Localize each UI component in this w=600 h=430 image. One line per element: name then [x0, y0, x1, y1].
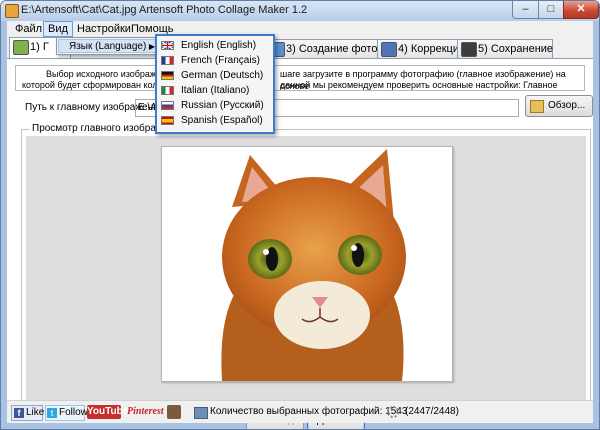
- instagram-icon[interactable]: [167, 405, 181, 419]
- folder-icon: [530, 100, 544, 113]
- browse-label: Обзор...: [548, 100, 586, 111]
- cat-photo: [221, 149, 406, 381]
- pinterest-link[interactable]: Pinterest: [127, 405, 164, 419]
- loading-spinner-icon: [387, 406, 399, 418]
- photo-count: Количество выбранных фотографий: 1543: [210, 406, 408, 417]
- menu-view[interactable]: Вид: [43, 21, 73, 37]
- maximize-button[interactable]: □: [538, 1, 564, 19]
- tab-label: 5) Сохранение: [478, 43, 554, 55]
- italy-flag-icon: [161, 86, 174, 95]
- tab-create-collage[interactable]: 3) Создание фотоколлажа: [265, 39, 421, 58]
- client-area: Файл Вид Настройки Помощь 1) Г 3) Создан…: [7, 21, 593, 429]
- save-icon: [461, 42, 477, 57]
- view-menu-dropdown: Язык (Language) ▶: [56, 37, 162, 55]
- tab-panel: Выбор исходного изображения для шаге заг…: [7, 58, 593, 429]
- spain-flag-icon: [161, 116, 174, 125]
- step-description: Выбор исходного изображения для шаге заг…: [15, 65, 585, 91]
- preview-area: [26, 136, 586, 402]
- menu-settings[interactable]: Настройки: [73, 22, 135, 36]
- browse-button[interactable]: Обзор...: [525, 95, 593, 117]
- status-bar: f Like t Follow YouTube Pinterest Количест…: [7, 400, 593, 423]
- minimize-button[interactable]: –: [512, 1, 539, 19]
- image-icon: [13, 40, 29, 55]
- russia-flag-icon: [161, 101, 174, 110]
- description-line2-right: данной мы рекомендуем проверить основные…: [280, 80, 558, 90]
- follow-label: Follow: [59, 407, 88, 418]
- language-submenu: English (English) French (Français) Germ…: [155, 34, 275, 134]
- tab-save[interactable]: 5) Сохранение: [457, 39, 553, 58]
- menu-item-german[interactable]: German (Deutsch): [159, 68, 271, 83]
- app-icon: [5, 4, 19, 18]
- germany-flag-icon: [161, 71, 174, 80]
- like-label: Like: [26, 407, 45, 418]
- photos-icon: [194, 407, 208, 419]
- language-label: Spanish (Español): [181, 115, 263, 126]
- title-bar[interactable]: E:\Artensoft\Cat\Cat.jpg Artensoft Photo…: [1, 1, 599, 21]
- language-label: French (Français): [181, 55, 260, 66]
- facebook-like-button[interactable]: f Like: [11, 405, 45, 421]
- language-label: English (English): [181, 40, 257, 51]
- youtube-link[interactable]: YouTube: [87, 405, 128, 419]
- language-label: Italian (Italiano): [181, 85, 250, 96]
- menu-item-language[interactable]: Язык (Language) ▶: [58, 39, 160, 53]
- france-flag-icon: [161, 56, 174, 65]
- menu-file[interactable]: Файл: [11, 22, 46, 36]
- tools-icon: [381, 42, 397, 57]
- language-label: German (Deutsch): [181, 70, 264, 81]
- menu-item-french[interactable]: French (Français): [159, 53, 271, 68]
- progress-text: (2447/2448): [405, 406, 459, 417]
- tab-label: 4) Коррекция: [398, 43, 465, 55]
- menu-bar: Файл Вид Настройки Помощь: [7, 21, 593, 37]
- uk-flag-icon: [161, 41, 174, 50]
- twitter-icon: t: [47, 408, 57, 418]
- main-image-preview: [161, 146, 453, 382]
- menu-item-italian[interactable]: Italian (Italiano): [159, 83, 271, 98]
- menu-item-russian[interactable]: Russian (Русский): [159, 98, 271, 113]
- facebook-icon: f: [14, 408, 24, 418]
- tab-label: 1) Г: [30, 41, 49, 53]
- menu-item-english[interactable]: English (English): [159, 38, 271, 53]
- language-label: Russian (Русский): [181, 100, 264, 111]
- app-window: E:\Artensoft\Cat\Cat.jpg Artensoft Photo…: [0, 0, 600, 430]
- preview-group: Просмотр главного изображения:: [21, 123, 591, 407]
- language-label: Язык (Language): [69, 41, 147, 52]
- twitter-follow-button[interactable]: t Follow: [45, 405, 88, 421]
- close-button[interactable]: ✕: [563, 1, 599, 19]
- window-title: E:\Artensoft\Cat\Cat.jpg Artensoft Photo…: [21, 4, 308, 16]
- menu-item-spanish[interactable]: Spanish (Español): [159, 113, 271, 128]
- description-line2-left: которой будет сформирован коллаж: [22, 80, 174, 90]
